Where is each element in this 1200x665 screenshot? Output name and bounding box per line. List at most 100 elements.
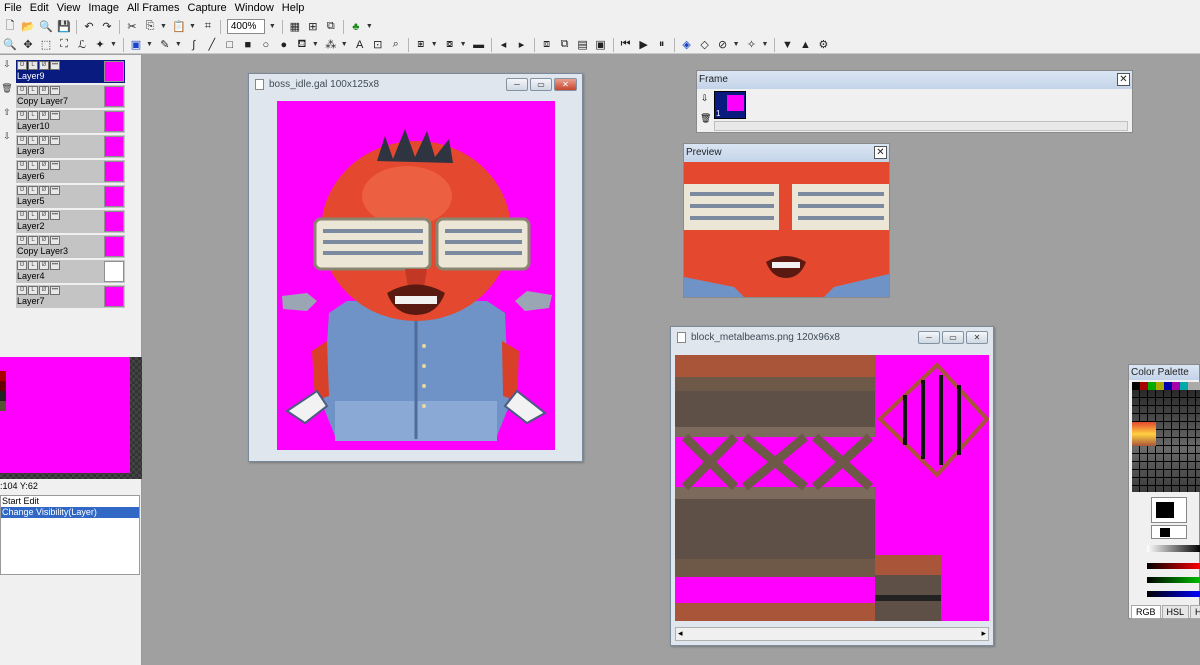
frame-list-icon[interactable]: ▤ [575, 37, 591, 52]
visibility-icon[interactable]: ʘ [17, 186, 27, 195]
arrow-down-icon[interactable]: ▼ [779, 37, 795, 52]
redo-icon[interactable]: ↷ [99, 19, 115, 34]
layer-row-layer3[interactable]: ʘ L Ø ••• Layer3 [16, 135, 125, 158]
filled-ellipse-icon[interactable]: ● [276, 37, 292, 52]
layer-add-icon[interactable]: ⇩ [0, 59, 14, 71]
more-icon[interactable]: ••• [50, 111, 60, 120]
red-slider[interactable] [1147, 563, 1200, 569]
chevron-down-icon[interactable]: ▼ [160, 23, 167, 30]
scroll-right-icon[interactable]: ▸ [981, 628, 986, 639]
new-file-icon[interactable]: 🗋 [2, 19, 18, 34]
visibility-icon[interactable]: ʘ [17, 86, 27, 95]
pause-icon[interactable]: ⏸ [654, 37, 670, 52]
menu-file[interactable]: File [0, 0, 26, 17]
magnifier-icon[interactable]: 🔍 [2, 37, 18, 52]
color-swap-icon[interactable]: ◇ [697, 37, 713, 52]
more-icon[interactable]: ••• [50, 236, 60, 245]
first-frame-icon[interactable]: ⏮ [618, 37, 634, 52]
history-item[interactable]: Start Edit [1, 496, 139, 507]
settings-icon[interactable]: ⚙ [815, 37, 831, 52]
line-icon[interactable]: ╱ [204, 37, 220, 52]
magnifier-view[interactable] [0, 357, 142, 479]
edit-icon[interactable]: Ø [39, 111, 49, 120]
brush-icon[interactable]: ▣ [128, 37, 144, 52]
layer-up-icon[interactable]: ⇧ [0, 107, 14, 119]
chevron-down-icon[interactable]: ▼ [431, 41, 438, 48]
edit-icon[interactable]: Ø [39, 136, 49, 145]
edit-icon[interactable]: Ø [39, 186, 49, 195]
lock-icon[interactable]: L [28, 261, 38, 270]
paste-icon[interactable]: 📋 [171, 19, 187, 34]
more-icon[interactable]: ••• [50, 286, 60, 295]
layer-row-layer4[interactable]: ʘ L Ø ••• Layer4 [16, 260, 125, 283]
chevron-down-icon[interactable]: ▼ [733, 41, 740, 48]
layer-row-layer6[interactable]: ʘ L Ø ••• Layer6 [16, 160, 125, 183]
pencil-icon[interactable]: ✎ [157, 37, 173, 52]
edit-icon[interactable]: Ø [39, 211, 49, 220]
scroll-left-icon[interactable]: ◂ [678, 628, 683, 639]
layer-row-copy-layer7[interactable]: ʘ L Ø ••• Copy Layer7 [16, 85, 125, 108]
layer-down-icon[interactable]: ⇩ [0, 131, 14, 143]
more-icon[interactable]: ••• [50, 61, 60, 70]
lock-icon[interactable]: L [28, 111, 38, 120]
color-remove-icon[interactable]: ⊘ [715, 37, 731, 52]
close-button[interactable]: ✕ [966, 331, 988, 344]
lock-icon[interactable]: L [28, 136, 38, 145]
visibility-icon[interactable]: ʘ [17, 161, 27, 170]
lasso-icon[interactable]: ℒ [74, 37, 90, 52]
maximize-button[interactable]: ▭ [530, 78, 552, 91]
chevron-down-icon[interactable]: ▼ [312, 41, 319, 48]
fill-bucket-icon[interactable]: ⛾ [294, 37, 310, 52]
menu-view[interactable]: View [53, 0, 85, 17]
trash-icon[interactable]: 🗑 [700, 113, 711, 124]
tab-rgb[interactable]: RGB [1131, 605, 1161, 619]
edit-icon[interactable]: Ø [39, 286, 49, 295]
fine-grid-icon[interactable]: ⊞ [305, 19, 321, 34]
lock-icon[interactable]: L [28, 161, 38, 170]
crop-select-icon[interactable]: ⛶ [56, 37, 72, 52]
rectangle-icon[interactable]: □ [222, 37, 238, 52]
undo-icon[interactable]: ↶ [81, 19, 97, 34]
text-icon[interactable]: A [352, 37, 368, 52]
grid-icon[interactable]: ▦ [287, 19, 303, 34]
color-adjust-icon[interactable]: ✧ [744, 37, 760, 52]
menu-image[interactable]: Image [84, 0, 123, 17]
search-icon[interactable]: 🔍 [38, 19, 54, 34]
lock-icon[interactable]: L [28, 186, 38, 195]
visibility-icon[interactable]: ʘ [17, 286, 27, 295]
chevron-down-icon[interactable]: ▼ [110, 41, 117, 48]
visibility-icon[interactable]: ʘ [17, 61, 27, 70]
visibility-icon[interactable]: ʘ [17, 111, 27, 120]
edit-icon[interactable]: Ø [39, 236, 49, 245]
maximize-button[interactable]: ▭ [942, 331, 964, 344]
plugin-icon[interactable]: ♣ [348, 19, 364, 34]
layer-delete-icon[interactable]: ▬ [471, 37, 487, 52]
chevron-down-icon[interactable]: ▼ [175, 41, 182, 48]
transparent-color-icon[interactable]: ◈ [679, 37, 695, 52]
filled-rectangle-icon[interactable]: ■ [240, 37, 256, 52]
layer-add-icon[interactable]: ⧆ [413, 37, 429, 52]
open-file-icon[interactable]: 📂 [20, 19, 36, 34]
minimize-button[interactable]: ─ [918, 331, 940, 344]
menu-edit[interactable]: Edit [26, 0, 53, 17]
prev-icon[interactable]: ◂ [496, 37, 512, 52]
eyedropper-icon[interactable]: ⌕ [388, 37, 404, 52]
frame-add-icon[interactable]: ⧈ [539, 37, 555, 52]
chevron-down-icon[interactable]: ▼ [146, 41, 153, 48]
history-item-selected[interactable]: Change Visibility(Layer) [1, 507, 139, 518]
edit-icon[interactable]: Ø [39, 86, 49, 95]
crop-icon[interactable]: ⌗ [200, 19, 216, 34]
ellipse-icon[interactable]: ○ [258, 37, 274, 52]
frame-props-icon[interactable]: ▣ [593, 37, 609, 52]
more-icon[interactable]: ••• [50, 211, 60, 220]
boss-canvas[interactable] [277, 101, 555, 450]
layer-row-layer2[interactable]: ʘ L Ø ••• Layer2 [16, 210, 125, 233]
edit-icon[interactable]: Ø [39, 161, 49, 170]
horizontal-scrollbar[interactable]: ◂ ▸ [675, 627, 989, 641]
close-button[interactable]: ✕ [874, 146, 887, 159]
save-icon[interactable]: 💾 [56, 19, 72, 34]
lock-icon[interactable]: L [28, 86, 38, 95]
trash-icon[interactable]: 🗑 [0, 83, 14, 95]
layer-merge-icon[interactable]: ⧇ [442, 37, 458, 52]
visibility-icon[interactable]: ʘ [17, 261, 27, 270]
